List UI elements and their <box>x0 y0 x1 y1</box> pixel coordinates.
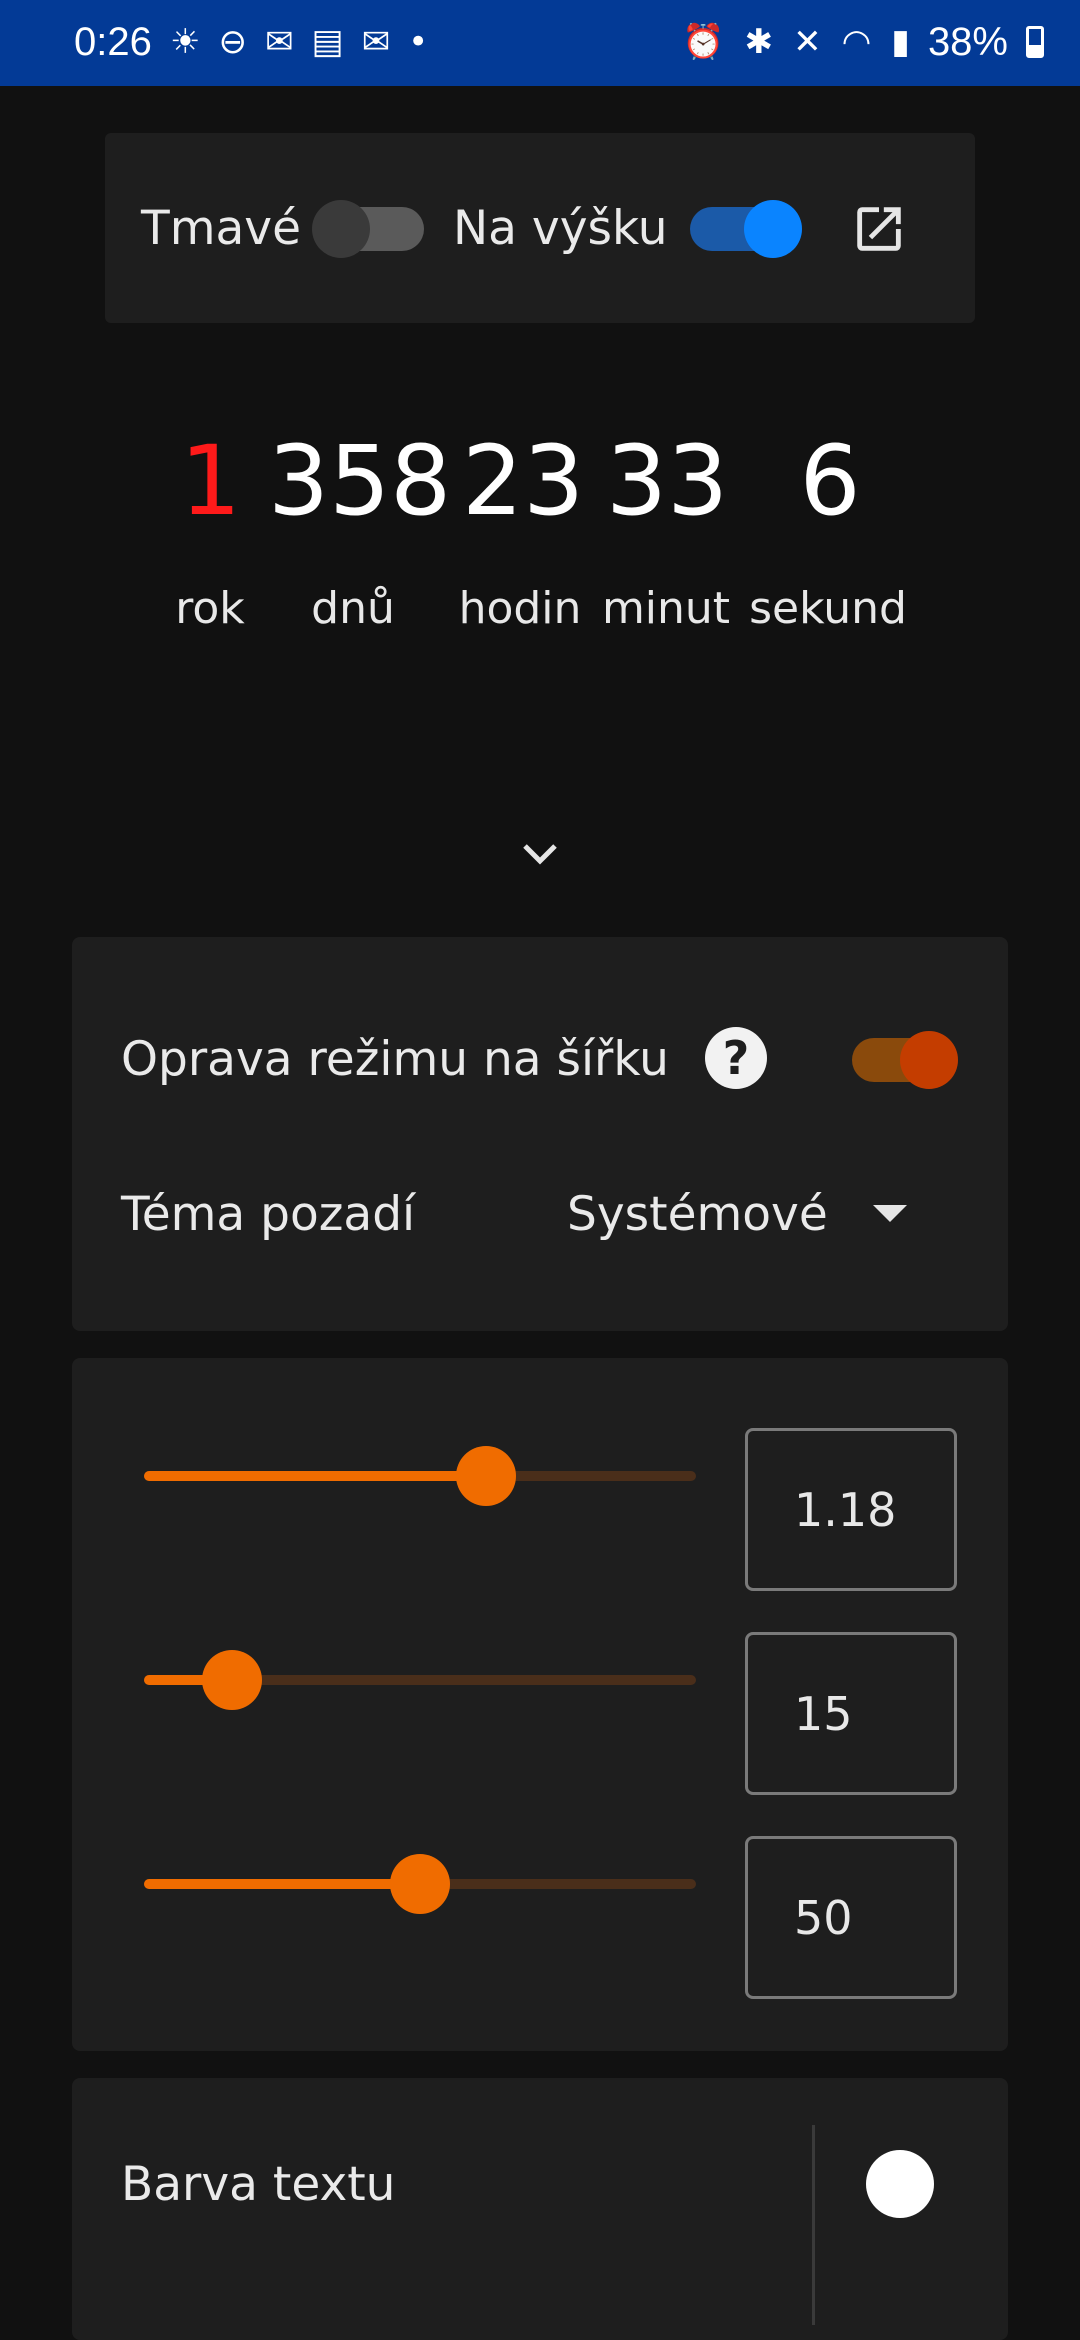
dropdown-arrow-icon <box>873 1205 907 1222</box>
switch-knob <box>744 200 802 258</box>
landscape-fix-switch[interactable] <box>852 1031 958 1089</box>
slider-1[interactable] <box>144 1446 696 1506</box>
message-icon: ✉ <box>361 22 391 62</box>
slider-3[interactable] <box>144 1854 696 1914</box>
bluetooth-icon: ✱ <box>744 22 774 62</box>
slider-thumb[interactable] <box>456 1446 517 1506</box>
unit-days: dnů <box>311 583 395 634</box>
text-color-swatch[interactable] <box>866 2150 934 2218</box>
divider <box>812 2125 815 2325</box>
value-field-1[interactable]: 1.18 <box>745 1428 957 1591</box>
mail-icon: ✉ <box>264 22 294 62</box>
countdown-years: 1 <box>180 425 242 537</box>
slider-thumb[interactable] <box>390 1854 450 1914</box>
portrait-switch[interactable] <box>690 200 802 258</box>
weather-icon: ☀ <box>170 22 201 62</box>
dnd-icon: ⊖ <box>218 22 247 62</box>
unit-minutes: minut <box>601 583 731 634</box>
value-text: 50 <box>794 1891 853 1945</box>
countdown-seconds: 6 <box>799 425 861 537</box>
portrait-label: Na výšku <box>453 201 668 256</box>
value-field-3[interactable]: 50 <box>745 1836 957 1999</box>
slider-thumb[interactable] <box>202 1650 263 1710</box>
chevron-down-icon[interactable] <box>520 838 560 868</box>
theme-label: Téma pozadí <box>121 1187 416 1242</box>
notification-icons: ☀ ⊖ ✉ ▤ ✉ • <box>170 22 428 62</box>
slider-fill <box>144 1879 420 1889</box>
value-text: 1.18 <box>794 1483 897 1537</box>
signal-icon: ▮ <box>891 22 910 62</box>
countdown-hours: 23 <box>462 425 585 537</box>
settings-card <box>72 937 1008 1331</box>
value-text: 15 <box>794 1687 853 1741</box>
dark-mode-switch[interactable] <box>312 200 424 258</box>
dark-mode-label: Tmavé <box>141 201 302 256</box>
theme-value: Systémové <box>567 1187 828 1242</box>
slider-2[interactable] <box>144 1650 696 1710</box>
countdown-minutes: 33 <box>606 425 729 537</box>
battery-icon <box>1026 26 1044 58</box>
status-time: 0:26 <box>74 20 152 64</box>
wifi-icon: ◠ <box>841 22 872 62</box>
dot-icon: • <box>408 22 429 62</box>
status-bar: 0:26 ☀ ⊖ ✉ ▤ ✉ • ⏰ ✱ ✕ ◠ ▮ 38% <box>0 0 1080 86</box>
landscape-fix-label: Oprava režimu na šířku <box>121 1032 669 1087</box>
unit-seconds: sekund <box>749 583 907 634</box>
top-controls-panel: Tmavé Na výšku <box>105 133 975 323</box>
unit-years: rok <box>175 583 245 634</box>
sim-icon: ▤ <box>311 22 344 62</box>
switch-knob <box>900 1031 958 1089</box>
slider-fill <box>144 1471 487 1481</box>
system-icons: ⏰ ✱ ✕ ◠ ▮ <box>682 22 910 62</box>
mute-icon: ✕ <box>793 22 822 62</box>
battery-percent: 38% <box>927 20 1008 64</box>
countdown-days: 358 <box>268 425 452 537</box>
unit-hours: hodin <box>458 583 582 634</box>
open-in-new-icon[interactable] <box>850 200 908 258</box>
text-color-label: Barva textu <box>121 2157 396 2212</box>
value-field-2[interactable]: 15 <box>745 1632 957 1795</box>
switch-knob <box>312 200 370 258</box>
help-icon[interactable]: ? <box>705 1027 767 1089</box>
alarm-icon: ⏰ <box>682 22 725 62</box>
